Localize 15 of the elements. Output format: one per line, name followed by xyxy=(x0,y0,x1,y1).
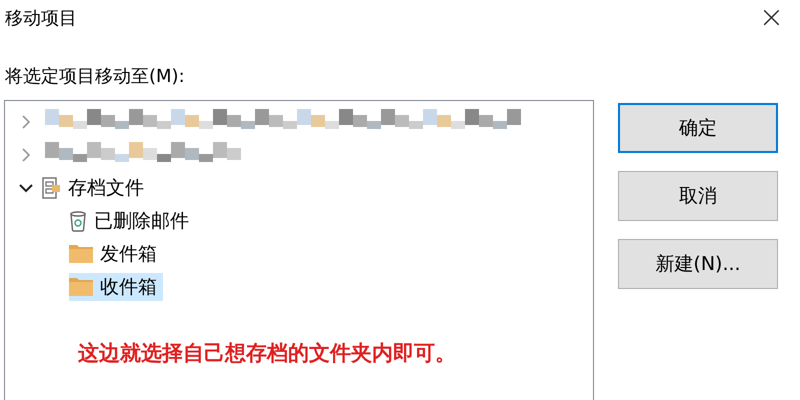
destination-label: 将选定项目移动至(M): xyxy=(5,65,186,89)
annotation-text: 这边就选择自己想存档的文件夹内即可。 xyxy=(78,340,456,367)
archive-icon xyxy=(41,176,61,198)
folder-item[interactable]: 已删除邮件 xyxy=(69,206,195,234)
folder-icon xyxy=(69,244,93,262)
folder-item[interactable]: 发件箱 xyxy=(69,240,163,268)
dialog-button[interactable]: 取消 xyxy=(618,171,778,221)
recycle-bin-icon xyxy=(69,210,87,232)
dialog-button[interactable]: 确定 xyxy=(618,103,778,153)
dialog-button[interactable]: 新建(N)... xyxy=(618,239,778,289)
folder-item[interactable]: 存档文件 xyxy=(41,174,150,202)
window-title: 移动项目 xyxy=(5,7,77,30)
folder-item[interactable]: 收件箱 xyxy=(69,272,163,300)
folder-icon xyxy=(69,278,93,296)
close-button[interactable]: × xyxy=(754,3,788,33)
